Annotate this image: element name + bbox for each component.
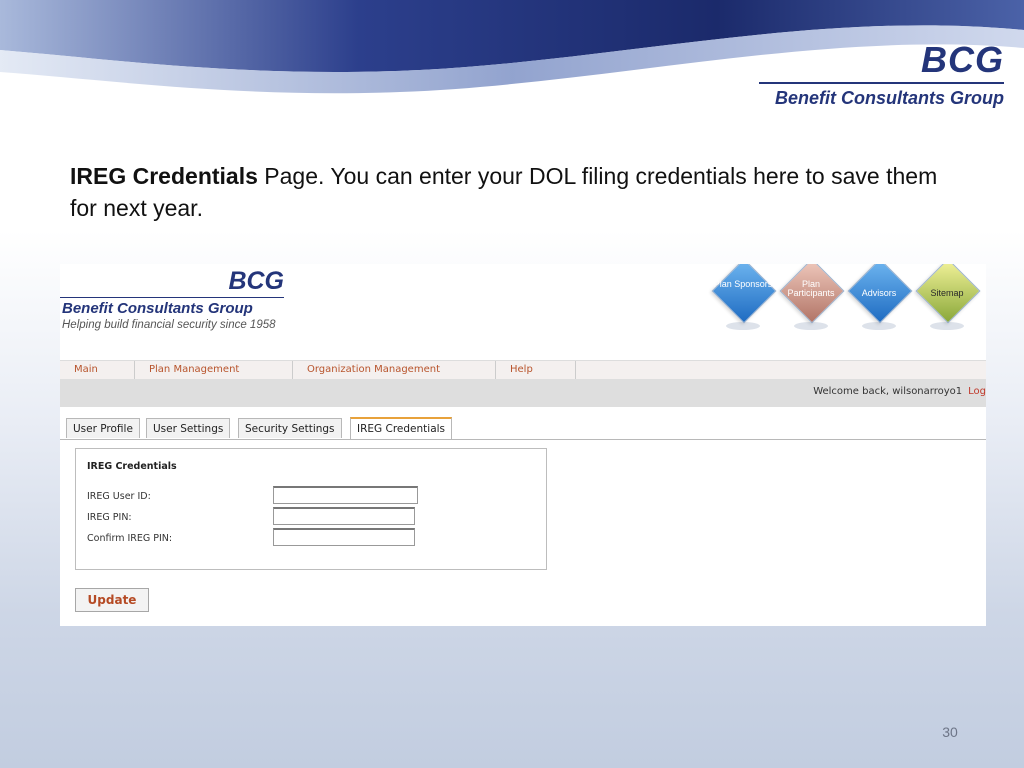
tab-user-settings[interactable]: User Settings (146, 418, 231, 438)
nav-plan-management[interactable]: Plan Management (135, 361, 293, 379)
plan-sponsors-label: Plan Sponsors (713, 279, 773, 289)
slide-logo: BCG Benefit Consultants Group (754, 42, 1004, 108)
page-number: 30 (942, 724, 958, 740)
confirm-ireg-pin-label: Confirm IREG PIN: (87, 533, 173, 544)
nav-main[interactable]: Main (60, 361, 135, 379)
advisors-link[interactable]: Advisors (846, 264, 913, 330)
app-screenshot: BCG Benefit Consultants Group Helping bu… (60, 264, 986, 626)
plan-participants-link[interactable]: Plan Participants (778, 264, 845, 330)
welcome-message: Welcome back, wilsonarroyo1 Log (813, 386, 986, 397)
app-header: BCG Benefit Consultants Group Helping bu… (60, 264, 986, 360)
tab-security-settings[interactable]: Security Settings (238, 418, 342, 438)
advisors-label: Advisors (861, 288, 897, 298)
nav-organization-management[interactable]: Organization Management (293, 361, 496, 379)
welcome-bar: Welcome back, wilsonarroyo1 Log (60, 379, 986, 407)
ireg-pin-input[interactable] (273, 507, 415, 525)
app-logo-abbr: BCG (228, 267, 284, 295)
app-logo-name: Benefit Consultants Group (62, 300, 253, 317)
slide-logo-abbr: BCG (921, 39, 1004, 80)
quick-links: Plan Sponsors Plan Participants Advisors… (710, 264, 986, 344)
logout-link[interactable]: Log (968, 386, 986, 397)
plan-sponsors-icon (711, 264, 777, 324)
slide-logo-rule (759, 82, 1004, 84)
ireg-user-id-input[interactable] (273, 486, 418, 504)
app-logo[interactable]: BCG Benefit Consultants Group Helping bu… (60, 268, 290, 333)
ireg-pin-label: IREG PIN: (87, 512, 132, 523)
confirm-ireg-pin-input[interactable] (273, 528, 415, 546)
tab-user-profile[interactable]: User Profile (66, 418, 140, 438)
panel-title: IREG Credentials (87, 461, 177, 472)
welcome-text: Welcome back, wilsonarroyo1 (813, 386, 963, 397)
sitemap-link[interactable]: Sitemap (914, 264, 981, 330)
app-logo-tagline: Helping build financial security since 1… (62, 319, 276, 331)
caption-bold: IREG Credentials (70, 163, 258, 189)
ireg-credentials-panel: IREG Credentials IREG User ID: IREG PIN:… (75, 448, 547, 570)
tab-divider (60, 439, 986, 440)
app-logo-rule (60, 297, 284, 298)
plan-sponsors-link[interactable]: Plan Sponsors (710, 264, 777, 330)
settings-tabs: User Profile User Settings Security Sett… (66, 417, 986, 440)
slide-caption: IREG Credentials Page. You can enter you… (70, 160, 950, 224)
update-button[interactable]: Update (75, 588, 149, 612)
ireg-user-id-label: IREG User ID: (87, 491, 151, 502)
main-nav: Main Plan Management Organization Manage… (60, 360, 986, 380)
sitemap-label: Sitemap (930, 288, 964, 298)
tab-ireg-credentials[interactable]: IREG Credentials (350, 417, 453, 439)
nav-help[interactable]: Help (496, 361, 576, 379)
slide-logo-name: Benefit Consultants Group (775, 88, 1004, 108)
plan-participants-label: Plan Participants (787, 279, 835, 298)
